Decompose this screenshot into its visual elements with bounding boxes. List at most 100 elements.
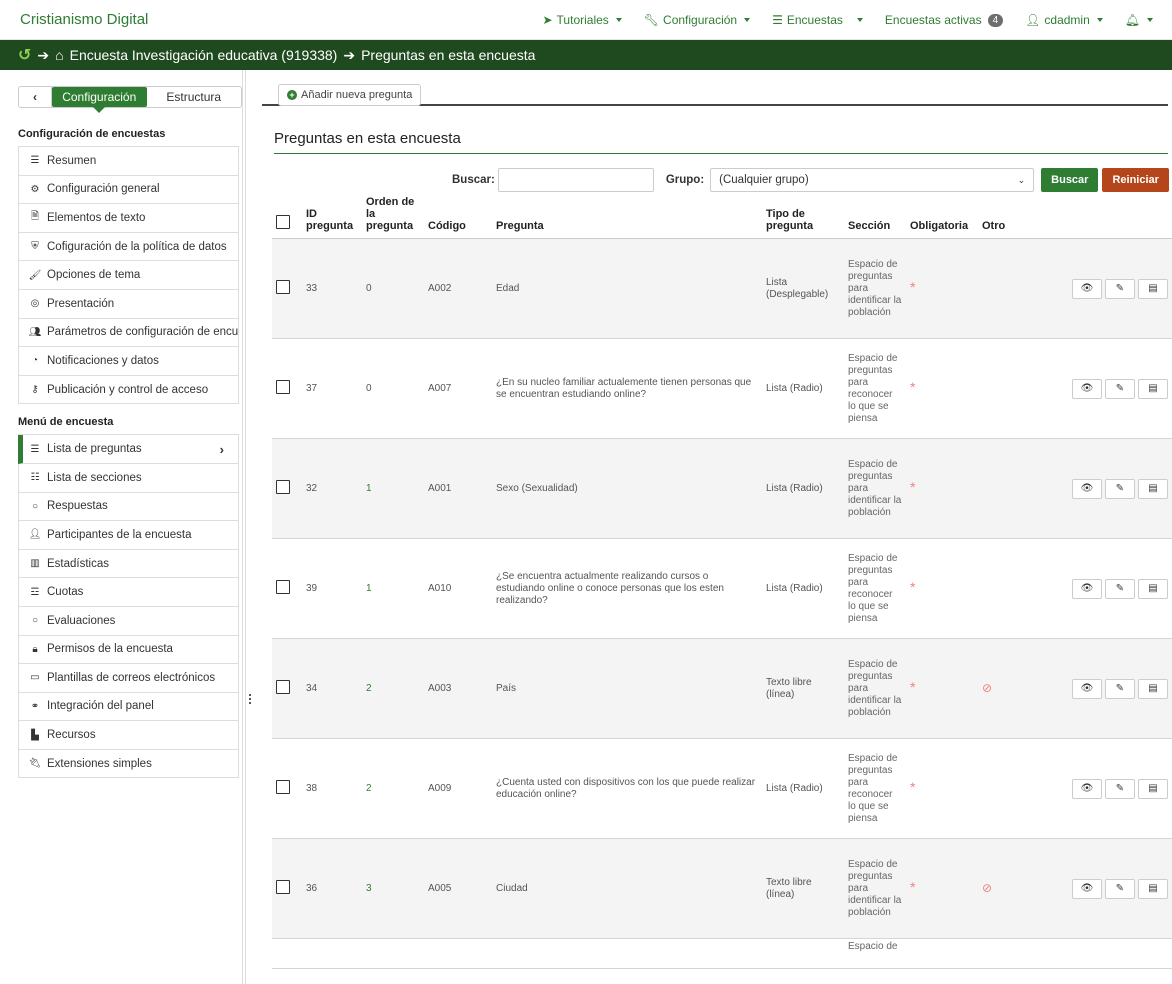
cell-code bbox=[424, 938, 492, 969]
preview-button[interactable]: 👁︎ bbox=[1072, 278, 1102, 299]
row-checkbox[interactable] bbox=[276, 379, 290, 394]
breadcrumb-survey[interactable]: Encuesta Investigación educativa (919338… bbox=[70, 47, 338, 63]
sidebar-item-lista-preguntas[interactable]: ☰ Lista de preguntas › bbox=[18, 435, 239, 464]
summary-button[interactable]: ▤ bbox=[1138, 378, 1168, 399]
cell-id: 37 bbox=[302, 338, 362, 439]
sidebar-item-recursos[interactable]: ▙ Recursos bbox=[18, 721, 239, 750]
edit-button[interactable]: ✎ bbox=[1105, 578, 1135, 599]
sidebar-item-config-general[interactable]: ⚙ Configuración general bbox=[18, 175, 239, 205]
cell-id bbox=[302, 938, 362, 969]
collapse-sidebar-button[interactable]: ‹ bbox=[19, 87, 52, 107]
cell-section: Espacio de preguntas para reconocer lo q… bbox=[844, 538, 906, 639]
preview-button[interactable]: 👁︎ bbox=[1072, 878, 1102, 899]
sidebar-item-estadisticas[interactable]: ▥ Estadísticas bbox=[18, 549, 239, 579]
preview-button[interactable]: 👁︎ bbox=[1072, 578, 1102, 599]
sidebar-item-politica-datos[interactable]: ⛨ Cofiguración de la política de datos bbox=[18, 232, 239, 262]
sidebar-item-plantillas[interactable]: ▭ Plantillas de correos electrónicos bbox=[18, 664, 239, 693]
brand-name[interactable]: Cristianismo Digital bbox=[20, 11, 148, 28]
wrench-icon: 🔧︎ bbox=[643, 13, 660, 27]
nav-configuracion[interactable]: 🔧︎ Configuración bbox=[633, 0, 761, 40]
summary-button[interactable]: ▤ bbox=[1138, 878, 1168, 899]
row-checkbox[interactable] bbox=[276, 779, 290, 794]
row-checkbox[interactable] bbox=[276, 679, 290, 694]
header-order-line2: la bbox=[366, 208, 376, 220]
row-order: 0 bbox=[366, 282, 372, 294]
search-input[interactable] bbox=[497, 168, 654, 192]
summary-button[interactable]: ▤ bbox=[1138, 578, 1168, 599]
row-checkbox[interactable] bbox=[276, 579, 290, 594]
add-question-button[interactable]: + Añadir nueva pregunta bbox=[278, 84, 422, 106]
row-type: Lista (Radio) bbox=[766, 382, 823, 394]
header-code[interactable]: Código bbox=[424, 194, 492, 239]
comment-icon: ○ bbox=[31, 615, 39, 627]
search-button[interactable]: Buscar bbox=[1041, 168, 1099, 192]
nav-notifications[interactable]: 🔔︎ bbox=[1114, 0, 1164, 40]
edit-button[interactable]: ✎ bbox=[1105, 878, 1135, 899]
sidebar-item-notificaciones[interactable]: ◔ Notificaciones y datos bbox=[18, 347, 239, 376]
header-id[interactable]: ID pregunta bbox=[302, 194, 362, 239]
sidebar-item-evaluaciones[interactable]: ○ Evaluaciones bbox=[18, 606, 239, 636]
preview-button[interactable]: 👁︎ bbox=[1072, 778, 1102, 799]
row-order: 2 bbox=[366, 682, 372, 694]
sidebar-item-opciones-tema[interactable]: 🖌︎ Opciones de tema bbox=[18, 261, 239, 290]
sidebar-item-elementos-texto[interactable]: 🗎︎ Elementos de texto bbox=[18, 204, 239, 233]
sidebar-item-presentacion[interactable]: ◎ Presentación bbox=[18, 289, 239, 319]
row-checkbox[interactable] bbox=[276, 479, 290, 494]
sidebar-item-label: Respuestas bbox=[47, 500, 108, 513]
sidebar-item-label: Presentación bbox=[47, 297, 115, 310]
summary-button[interactable]: ▤ bbox=[1138, 278, 1168, 299]
sidebar-item-participantes[interactable]: 👤︎ Participantes de la encuesta bbox=[18, 521, 239, 550]
row-checkbox[interactable] bbox=[276, 279, 290, 294]
preview-button[interactable]: 👁︎ bbox=[1072, 678, 1102, 699]
edit-button[interactable]: ✎ bbox=[1105, 478, 1135, 499]
edit-button[interactable]: ✎ bbox=[1105, 778, 1135, 799]
reset-button[interactable]: Reiniciar bbox=[1102, 168, 1169, 192]
summary-button[interactable]: ▤ bbox=[1138, 478, 1168, 499]
header-section[interactable]: Sección bbox=[844, 194, 906, 239]
header-type[interactable]: Tipo de pregunta bbox=[762, 194, 844, 239]
tab-estructura[interactable]: Estructura bbox=[147, 87, 242, 107]
row-section: Espacio de preguntas para identificar la… bbox=[848, 658, 902, 718]
questions-table: ID pregunta Orden de la pregunta Código Pre… bbox=[272, 194, 1172, 969]
nav-encuestas-activas[interactable]: Encuestas activas 4 bbox=[874, 0, 1014, 40]
sidebar-item-publicacion[interactable]: ⚷ Publicación y control de acceso bbox=[18, 375, 239, 405]
row-order: 3 bbox=[366, 882, 372, 894]
summary-button[interactable]: ▤ bbox=[1138, 778, 1168, 799]
sidebar-item-permisos[interactable]: 🔒︎ Permisos de la encuesta bbox=[18, 635, 239, 665]
nav-user[interactable]: 👤︎ cdadmin bbox=[1014, 0, 1114, 40]
nav-encuestas[interactable]: ☰ Encuestas bbox=[761, 0, 874, 40]
edit-button[interactable]: ✎ bbox=[1105, 278, 1135, 299]
sidebar-item-resumen[interactable]: ☰ Resumen bbox=[18, 147, 239, 176]
row-checkbox[interactable] bbox=[276, 879, 290, 894]
shield-icon: ⛨ bbox=[31, 241, 39, 253]
header-mandatory[interactable]: Obligatoria bbox=[906, 194, 978, 239]
sidebar-item-respuestas[interactable]: ○ Respuestas bbox=[18, 492, 239, 522]
sidebar-item-integracion[interactable]: ⚭ Integración del panel bbox=[18, 692, 239, 722]
select-all-checkbox[interactable] bbox=[276, 215, 290, 229]
cell-id: 36 bbox=[302, 838, 362, 939]
logo-icon[interactable]: ↺ bbox=[18, 45, 31, 65]
cell-other bbox=[978, 938, 1018, 969]
row-mandatory: * bbox=[910, 679, 916, 695]
sidebar-item-extensiones[interactable]: 🔌︎ Extensiones simples bbox=[18, 749, 239, 779]
header-order[interactable]: Orden de la pregunta bbox=[362, 194, 424, 239]
config-menu: ☰ Resumen ⚙ Configuración general 🗎︎ Elemen… bbox=[18, 146, 239, 405]
preview-button[interactable]: 👁︎ bbox=[1072, 478, 1102, 499]
group-select[interactable]: (Cualquier grupo) ⌄ bbox=[710, 168, 1035, 192]
eye-slash-icon: ◎ bbox=[30, 298, 40, 310]
edit-button[interactable]: ✎ bbox=[1105, 678, 1135, 699]
preview-button[interactable]: 👁︎ bbox=[1072, 378, 1102, 399]
header-question[interactable]: Pregunta bbox=[492, 194, 762, 239]
tab-configuracion[interactable]: Configuración bbox=[52, 87, 147, 113]
row-code: A010 bbox=[428, 582, 452, 594]
edit-button[interactable]: ✎ bbox=[1105, 378, 1135, 399]
row-section: Espacio de preguntas para identificar la… bbox=[848, 458, 902, 518]
sidebar-item-lista-secciones[interactable]: ☷ Lista de secciones bbox=[18, 463, 239, 493]
sidebar-item-cuotas[interactable]: ☲ Cuotas bbox=[18, 578, 239, 607]
summary-button[interactable]: ▤ bbox=[1138, 678, 1168, 699]
header-other[interactable]: Otro bbox=[978, 194, 1018, 239]
row-type: Lista (Desplegable) bbox=[766, 276, 829, 300]
nav-tutoriales[interactable]: ➤ Tutoriales bbox=[531, 0, 632, 40]
sidebar-item-parametros[interactable]: 👥︎ Parámetros de configuración de encu bbox=[18, 318, 239, 348]
row-mandatory: * bbox=[910, 879, 916, 895]
